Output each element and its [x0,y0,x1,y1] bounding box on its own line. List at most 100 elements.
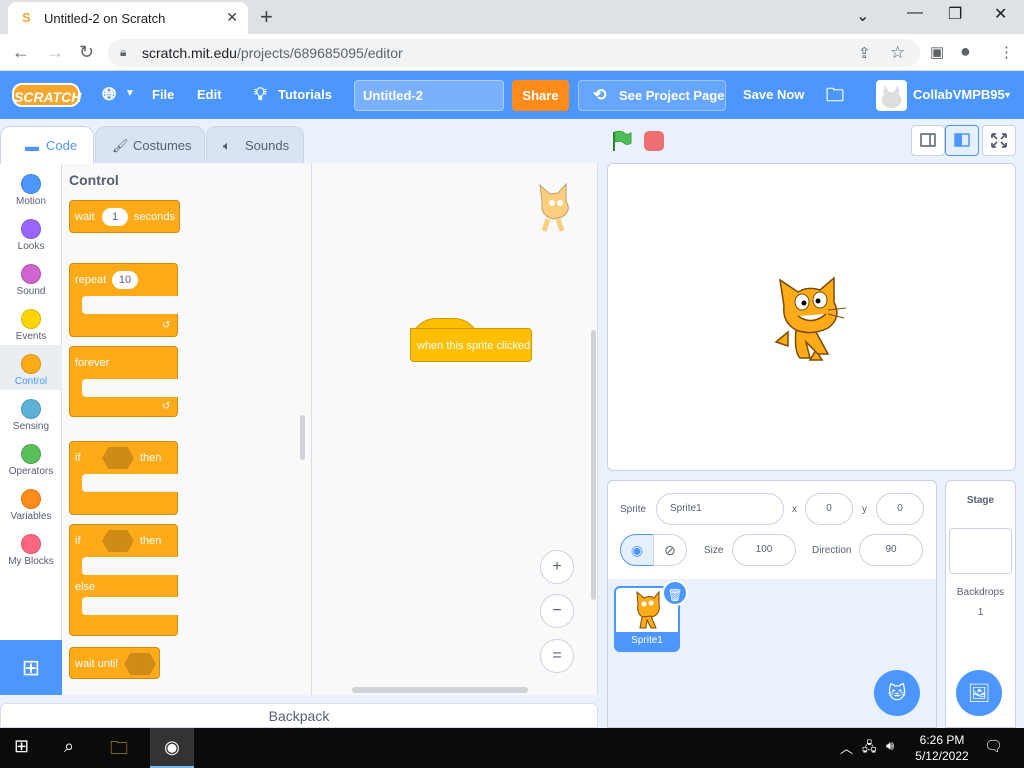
windows-start-icon[interactable]: ⊞ [14,736,29,757]
reload-button[interactable]: ↻ [79,42,94,63]
scratch-logo[interactable]: SCRATCH [12,83,81,107]
back-button[interactable]: ← [12,42,30,63]
fullscreen-icon [991,133,1007,148]
normal-stage-button[interactable] [945,125,979,156]
tutorials-button[interactable]: Tutorials [278,87,332,102]
backpack-panel[interactable]: Backpack [0,703,598,728]
category-motion[interactable]: Motion [0,168,62,213]
script-horizontal-scrollbar[interactable] [352,687,528,693]
choose-backdrop-button[interactable]: 🖼︎ [956,670,1002,716]
profile-icon[interactable]: ● [960,41,971,62]
side-panel-icon[interactable]: ▣ [930,43,944,61]
save-now-button[interactable]: Save Now [743,87,804,102]
repeat-block[interactable]: repeat 10 ↺ [69,263,178,337]
sprite-name-input[interactable]: Sprite1 [656,493,784,525]
category-dot [21,354,41,374]
fullscreen-button[interactable] [982,125,1016,156]
bookmark-star-icon[interactable]: ☆ [890,43,905,63]
boolean-input-slot[interactable] [124,653,156,675]
account-chevron-down-icon[interactable]: ▼ [1003,90,1012,100]
palette-scrollbar[interactable] [300,415,305,460]
share-button[interactable]: Share [512,80,569,111]
tab-title: Untitled-2 on Scratch [44,11,166,26]
repeat-count-input[interactable]: 10 [112,271,138,289]
choose-sprite-button[interactable]: 🐱︎ [874,670,920,716]
category-label: Variables [10,511,52,522]
script-vertical-scrollbar[interactable] [591,330,596,600]
y-input[interactable]: 0 [876,493,924,525]
size-input[interactable]: 100 [732,534,796,566]
tab-costumes[interactable]: 🖌︎ Costumes [95,126,205,164]
username-menu[interactable]: CollabVMPB95 [913,87,1005,102]
tab-sounds[interactable]: 🔈︎ Sounds [206,126,304,164]
volume-icon[interactable]: 🔊︎ [886,738,894,754]
stage-canvas[interactable] [607,163,1016,471]
category-my-blocks[interactable]: My Blocks [0,528,62,573]
see-project-page-button[interactable]: ⟲ See Project Page [578,80,726,111]
category-dot [21,309,41,329]
category-looks[interactable]: Looks [0,213,62,258]
tab-close-icon[interactable]: ✕ [226,9,238,26]
forever-block[interactable]: forever ↺ [69,346,178,417]
tab-code[interactable]: ▬ Code [0,126,94,164]
file-explorer-icon[interactable]: 🗀 [110,736,128,766]
network-icon[interactable]: 🖧︎ [862,738,877,760]
url-input[interactable]: 🔒︎ scratch.mit.edu/projects/689685095/ed… [108,39,920,67]
forward-button[interactable]: → [46,42,64,63]
share-page-icon[interactable]: ⇪ [858,44,871,62]
file-menu[interactable]: File [152,87,174,102]
restore-button[interactable]: ❐ [948,4,962,24]
category-control[interactable]: Control [0,345,62,390]
my-stuff-folder-icon[interactable]: 🗀 [826,83,844,113]
stage-thumbnail[interactable] [949,528,1012,574]
search-icon[interactable]: ⌕ [64,736,74,757]
wait-seconds-input[interactable]: 1 [102,208,128,226]
show-sprite-eye-icon[interactable]: ◉ [620,534,654,566]
minimize-button[interactable]: — [907,4,923,22]
notification-icon[interactable]: 🗨︎ [984,737,1003,755]
lock-icon[interactable]: 🔒︎ [120,45,126,60]
if-then-else-block[interactable]: if then else [69,524,178,636]
category-label: Looks [17,241,45,252]
new-tab-button[interactable]: + [260,4,273,30]
boolean-input-slot[interactable] [102,530,134,552]
language-globe-icon[interactable]: 🌐︎ [102,84,116,105]
tab-search-chevron-icon[interactable]: ⌄ [856,6,869,26]
cat-sprite[interactable] [766,272,856,362]
wait-seconds-block[interactable]: wait 1 seconds [69,200,180,233]
hide-sprite-eye-icon[interactable]: ⊘ [653,534,687,566]
chevron-up-icon[interactable]: ︿ [840,738,853,757]
zoom-out-button[interactable]: − [540,594,574,628]
url-text: scratch.mit.edu/projects/689685095/edito… [142,45,403,61]
small-stage-button[interactable] [911,125,945,156]
chrome-taskbar-icon[interactable]: ◉ [150,728,194,768]
when-sprite-clicked-hat-block[interactable]: when this sprite clicked [410,318,532,364]
green-flag-button[interactable] [612,130,632,152]
code-blocks-icon: ▬ [25,138,39,154]
category-operators[interactable]: Operators [0,438,62,483]
browser-tab[interactable]: S Untitled-2 on Scratch ✕ [8,2,248,34]
category-sensing[interactable]: Sensing [0,393,62,438]
x-input[interactable]: 0 [805,493,853,525]
if-then-block[interactable]: if then [69,441,178,515]
zoom-in-button[interactable]: + [540,550,574,584]
project-title-input[interactable]: Untitled-2 [354,80,504,111]
system-clock[interactable]: 6:26 PM 5/12/2022 [912,732,972,764]
language-chevron-down-icon[interactable]: ▼ [125,88,135,99]
avatar[interactable] [876,80,907,111]
menu-kebab-icon[interactable]: ⋮ [999,43,1014,61]
edit-menu[interactable]: Edit [197,87,222,102]
zoom-reset-button[interactable]: = [540,639,574,673]
close-window-button[interactable]: ✕ [994,4,1007,24]
category-sound[interactable]: Sound [0,258,62,303]
direction-input[interactable]: 90 [859,534,923,566]
category-variables[interactable]: Variables [0,483,62,528]
delete-sprite-trash-icon[interactable]: 🗑︎ [662,580,688,606]
stop-button[interactable] [644,131,664,151]
add-extension-button[interactable]: ⊞ [0,640,62,695]
wait-until-block[interactable]: wait until [69,647,160,679]
direction-label: Direction [812,545,852,556]
category-events[interactable]: Events [0,303,62,348]
boolean-input-slot[interactable] [102,447,134,469]
speaker-icon: 🔈︎ [223,138,231,153]
